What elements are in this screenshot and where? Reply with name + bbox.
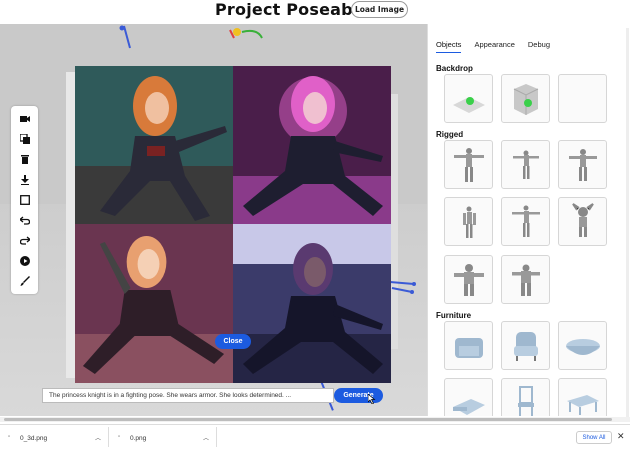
backdrop-empty[interactable] <box>558 74 607 123</box>
app-header: Project Poseable Load Image <box>0 0 630 24</box>
trash-icon[interactable] <box>17 151 32 166</box>
objects-panel: Objects Appearance Debug Backdrop Rigged… <box>427 24 630 416</box>
furniture-armchair[interactable] <box>444 321 493 370</box>
rigged-figure-6[interactable] <box>558 197 607 246</box>
load-image-button[interactable]: Load Image <box>351 1 408 18</box>
backdrop-plane-with-ball[interactable] <box>444 74 493 123</box>
panel-scrollbar[interactable] <box>626 28 629 418</box>
furniture-dining-chair[interactable] <box>501 378 550 416</box>
show-all-button[interactable]: Show All <box>576 431 612 444</box>
download-item-2[interactable]: ▫ 0.png <box>118 431 146 445</box>
generated-image-2[interactable] <box>233 66 391 224</box>
rig-gizmo[interactable] <box>112 24 272 54</box>
rigged-figure-3[interactable] <box>558 140 607 189</box>
3d-viewport[interactable]: Close The princess knight is in a fighti… <box>0 24 427 416</box>
divider <box>216 427 217 447</box>
redo-icon[interactable] <box>17 232 32 247</box>
furniture-coffee-table[interactable] <box>558 378 607 416</box>
viewport-toolbar <box>11 106 38 294</box>
prompt-input[interactable]: The princess knight is in a fighting pos… <box>42 388 334 403</box>
generated-image-1[interactable] <box>75 66 233 224</box>
furniture-bed[interactable] <box>444 378 493 416</box>
furniture-wingback-chair[interactable] <box>501 321 550 370</box>
tab-objects[interactable]: Objects <box>436 40 462 53</box>
backdrop-heading: Backdrop <box>436 64 473 73</box>
horizontal-scrollbar-thumb[interactable] <box>4 418 612 421</box>
backdrop-box-with-ball[interactable] <box>501 74 550 123</box>
rigged-figure-2[interactable] <box>501 140 550 189</box>
download-icon[interactable] <box>17 172 32 187</box>
rigged-heading: Rigged <box>436 130 464 139</box>
close-button[interactable]: Close <box>215 334 251 349</box>
rigged-figure-4[interactable] <box>444 197 493 246</box>
download-filename: 0_3d.png <box>20 434 48 442</box>
frame-icon[interactable] <box>17 192 32 207</box>
close-icon[interactable]: ✕ <box>617 431 625 442</box>
generated-image-3[interactable] <box>75 224 233 383</box>
rigged-figure-7[interactable] <box>444 255 493 304</box>
camera-icon[interactable] <box>17 111 32 126</box>
download-filename: 0.png <box>130 434 147 442</box>
furniture-heading: Furniture <box>436 311 472 320</box>
page-title: Project Poseable <box>215 0 370 19</box>
furniture-bathtub[interactable] <box>558 321 607 370</box>
rig-handle[interactable] <box>388 274 418 299</box>
file-icon: ▫ <box>8 434 11 440</box>
rigged-figure-1[interactable] <box>444 140 493 189</box>
play-icon[interactable] <box>17 253 32 268</box>
panel-tabs: Objects Appearance Debug <box>436 40 563 53</box>
tab-debug[interactable]: Debug <box>528 40 550 53</box>
download-item-1[interactable]: ▫ 0_3d.png <box>8 431 47 445</box>
undo-icon[interactable] <box>17 212 32 227</box>
duplicate-icon[interactable] <box>17 131 32 146</box>
divider <box>108 427 109 447</box>
chevron-up-icon[interactable]: ︿ <box>203 433 209 442</box>
mouse-cursor-icon <box>368 394 376 404</box>
generated-image-4[interactable] <box>233 224 391 383</box>
file-icon: ▫ <box>118 434 121 440</box>
rigged-figure-8[interactable] <box>501 255 550 304</box>
brush-icon[interactable] <box>17 273 32 288</box>
chevron-up-icon[interactable]: ︿ <box>95 433 101 442</box>
downloads-bar: ▫ 0_3d.png ︿ ▫ 0.png ︿ Show All ✕ <box>0 424 630 449</box>
rigged-figure-5[interactable] <box>501 197 550 246</box>
tab-appearance[interactable]: Appearance <box>474 40 514 53</box>
